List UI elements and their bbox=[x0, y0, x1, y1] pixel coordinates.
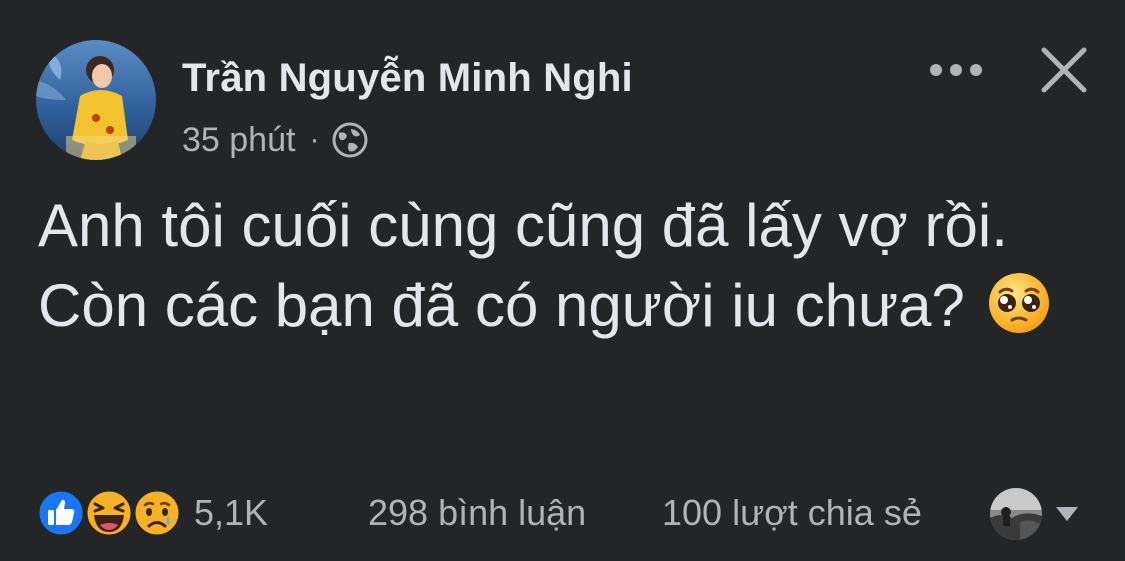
author-avatar[interactable] bbox=[36, 40, 156, 160]
viewer-identity-selector[interactable] bbox=[990, 486, 1100, 542]
pleading-face-emoji bbox=[986, 270, 1052, 336]
post-text: Anh tôi cuối cùng cũng đã lấy vợ rồi. Cò… bbox=[38, 186, 1078, 346]
comments-count[interactable]: 298 bình luận bbox=[368, 492, 586, 534]
meta-separator: · bbox=[309, 123, 320, 156]
author-name[interactable]: Trần Nguyễn Minh Nghi bbox=[182, 56, 633, 101]
more-options-button[interactable] bbox=[924, 50, 988, 90]
avatar-image bbox=[36, 40, 156, 160]
post-text-content: Anh tôi cuối cùng cũng đã lấy vợ rồi. Cò… bbox=[38, 192, 1008, 339]
close-button[interactable] bbox=[1036, 42, 1092, 98]
post-card: Trần Nguyễn Minh Nghi 35 phút · Anh tôi … bbox=[0, 0, 1125, 561]
post-footer: 5,1K 298 bình luận 100 lượt chia sẻ bbox=[36, 486, 1096, 542]
reaction-count[interactable]: 5,1K bbox=[194, 492, 268, 534]
viewer-avatar bbox=[990, 488, 1042, 540]
caret-down-icon bbox=[1054, 504, 1080, 524]
close-icon bbox=[1041, 47, 1087, 93]
haha-reaction-icon bbox=[84, 488, 134, 538]
more-horizontal-icon bbox=[930, 64, 982, 76]
sad-reaction-icon bbox=[132, 488, 182, 538]
globe-icon bbox=[331, 121, 369, 159]
post-meta: 35 phút · bbox=[182, 118, 369, 162]
like-reaction-icon bbox=[36, 488, 86, 538]
reactions-summary[interactable] bbox=[36, 488, 186, 540]
post-timestamp[interactable]: 35 phút bbox=[182, 121, 295, 160]
shares-count[interactable]: 100 lượt chia sẻ bbox=[662, 492, 922, 534]
